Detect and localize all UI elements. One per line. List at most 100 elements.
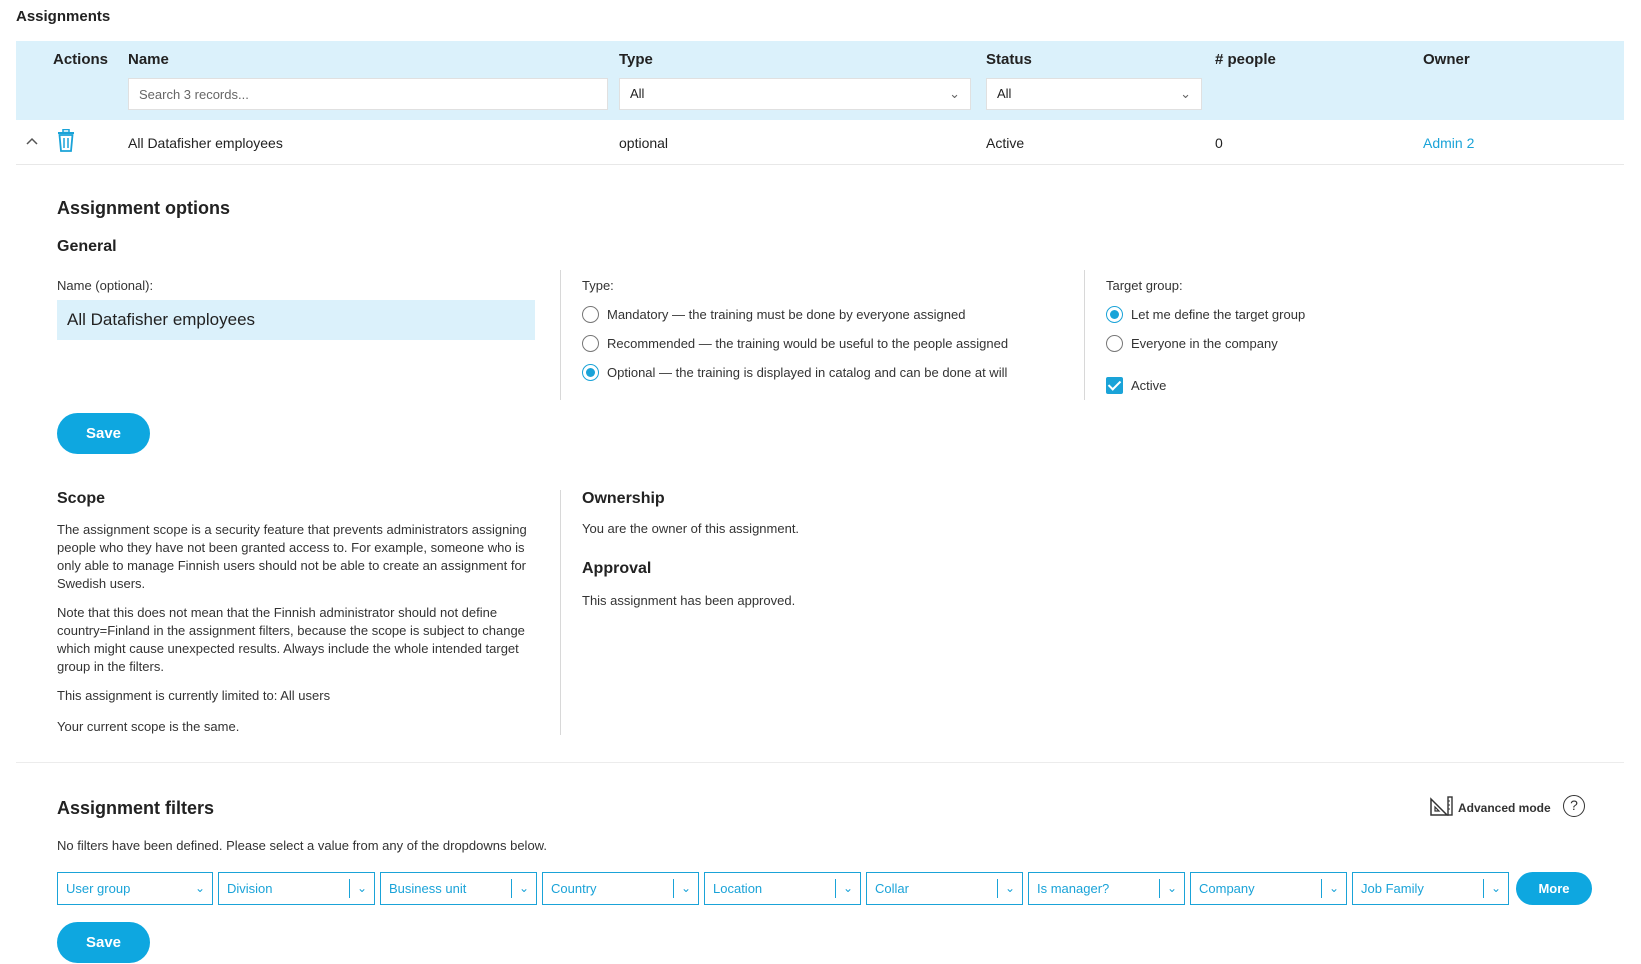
filter-division[interactable]: Division ⌄	[218, 872, 375, 905]
type-option-label: Mandatory — the training must be done by…	[607, 307, 966, 322]
filter-label: Job Family	[1361, 881, 1424, 896]
scope-title: Scope	[57, 490, 106, 507]
chevron-down-icon: ⌄	[1004, 881, 1015, 895]
filters-save-button[interactable]: Save	[57, 922, 150, 963]
chevron-down-icon: ⌄	[1180, 86, 1191, 101]
scope-paragraph: The assignment scope is a security featu…	[57, 522, 527, 591]
chevron-down-icon: ⌄	[356, 881, 367, 895]
filter-business-unit[interactable]: Business unit ⌄	[380, 872, 537, 905]
target-option-everyone[interactable]: Everyone in the company	[1106, 335, 1278, 352]
chevron-down-icon: ⌄	[1490, 881, 1501, 895]
filter-label: Location	[713, 881, 763, 896]
row-people: 0	[1215, 135, 1223, 151]
divider	[560, 490, 561, 735]
radio-button[interactable]	[582, 306, 599, 323]
row-name: All Datafisher employees	[128, 135, 283, 151]
column-header-actions: Actions	[53, 51, 109, 68]
column-header-type[interactable]: Type	[619, 51, 653, 68]
type-filter-value: All	[630, 86, 645, 101]
section-divider	[16, 762, 1624, 763]
ruler-triangle-icon	[1430, 796, 1454, 819]
approval-text: This assignment has been approved.	[582, 593, 796, 608]
target-option-label: Everyone in the company	[1131, 336, 1278, 351]
chevron-down-icon: ⌄	[949, 86, 960, 101]
column-header-name[interactable]: Name	[128, 51, 169, 68]
name-label: Name (optional):	[57, 278, 154, 293]
assignment-filters-title: Assignment filters	[57, 798, 215, 818]
filter-label: Company	[1199, 881, 1255, 896]
chevron-down-icon: ⌄	[1328, 881, 1339, 895]
search-input[interactable]	[128, 78, 608, 110]
filter-collar[interactable]: Collar ⌄	[866, 872, 1023, 905]
filter-country[interactable]: Country ⌄	[542, 872, 699, 905]
filter-company[interactable]: Company ⌄	[1190, 872, 1347, 905]
type-option-mandatory[interactable]: Mandatory — the training must be done by…	[582, 306, 965, 323]
radio-button-selected[interactable]	[1106, 306, 1123, 323]
scope-limit-text: This assignment is currently limited to:…	[57, 688, 331, 703]
filter-label: Collar	[875, 881, 909, 896]
filter-label: Country	[551, 881, 597, 896]
radio-button-selected[interactable]	[582, 364, 599, 381]
divider	[511, 879, 512, 898]
filter-label: Is manager?	[1037, 881, 1110, 896]
column-header-status[interactable]: Status	[986, 51, 1032, 68]
chevron-down-icon: ⌄	[518, 881, 529, 895]
active-label: Active	[1131, 378, 1167, 393]
grid-header: Actions Name Type Status # people Owner …	[16, 41, 1624, 120]
type-option-label: Optional — the training is displayed in …	[607, 365, 1008, 380]
row-type: optional	[619, 135, 669, 151]
help-icon[interactable]: ?	[1563, 795, 1585, 817]
scope-paragraph: Note that this does not mean that the Fi…	[57, 605, 525, 674]
ownership-text: You are the owner of this assignment.	[582, 521, 800, 536]
divider	[349, 879, 350, 898]
filter-location[interactable]: Location ⌄	[704, 872, 861, 905]
column-header-people[interactable]: # people	[1215, 51, 1276, 68]
filters-empty-text: No filters have been defined. Please sel…	[57, 838, 547, 853]
row-status: Active	[986, 135, 1025, 151]
filter-user-group[interactable]: User group ⌄	[57, 872, 213, 905]
divider	[835, 879, 836, 898]
divider	[1321, 879, 1322, 898]
chevron-down-icon: ⌄	[194, 881, 205, 895]
type-filter-select[interactable]: All ⌄	[619, 78, 971, 110]
target-group-label: Target group:	[1106, 278, 1183, 293]
radio-button[interactable]	[1106, 335, 1123, 352]
general-title: General	[57, 238, 117, 255]
save-button[interactable]: Save	[57, 413, 150, 454]
filter-label: Division	[227, 881, 273, 896]
divider	[1084, 270, 1085, 400]
column-header-owner[interactable]: Owner	[1423, 51, 1470, 68]
type-label: Type:	[582, 278, 614, 293]
more-filters-button[interactable]: More	[1516, 872, 1592, 905]
type-option-optional[interactable]: Optional — the training is displayed in …	[582, 364, 1007, 381]
advanced-mode-toggle[interactable]: Advanced mode	[1430, 796, 1551, 819]
advanced-mode-label: Advanced mode	[1458, 800, 1551, 815]
table-row: All Datafisher employees optional Active…	[16, 121, 1624, 165]
page-title: Assignments	[16, 8, 111, 25]
owner-link[interactable]: Admin 2	[1423, 135, 1474, 151]
filter-label: User group	[66, 881, 131, 896]
radio-button[interactable]	[582, 335, 599, 352]
filter-is-manager[interactable]: Is manager? ⌄	[1028, 872, 1185, 905]
chevron-down-icon: ⌄	[680, 881, 691, 895]
filter-label: Business unit	[389, 881, 467, 896]
target-option-label: Let me define the target group	[1131, 307, 1306, 322]
active-checkbox-row[interactable]: Active	[1106, 377, 1166, 394]
approval-title: Approval	[582, 560, 652, 577]
name-field[interactable]	[57, 300, 535, 340]
active-checkbox[interactable]	[1106, 377, 1123, 394]
divider	[673, 879, 674, 898]
divider	[560, 270, 561, 400]
chevron-down-icon: ⌄	[1166, 881, 1177, 895]
ownership-title: Ownership	[582, 490, 665, 507]
target-option-define[interactable]: Let me define the target group	[1106, 306, 1305, 323]
scope-current-text: Your current scope is the same.	[57, 719, 240, 734]
filter-job-family[interactable]: Job Family ⌄	[1352, 872, 1509, 905]
collapse-chevron-icon[interactable]	[24, 133, 40, 149]
type-option-recommended[interactable]: Recommended — the training would be usef…	[582, 335, 1008, 352]
status-filter-select[interactable]: All ⌄	[986, 78, 1202, 110]
divider	[1159, 879, 1160, 898]
trash-icon[interactable]	[56, 128, 76, 153]
assignment-options-title: Assignment options	[57, 198, 231, 218]
divider	[1483, 879, 1484, 898]
